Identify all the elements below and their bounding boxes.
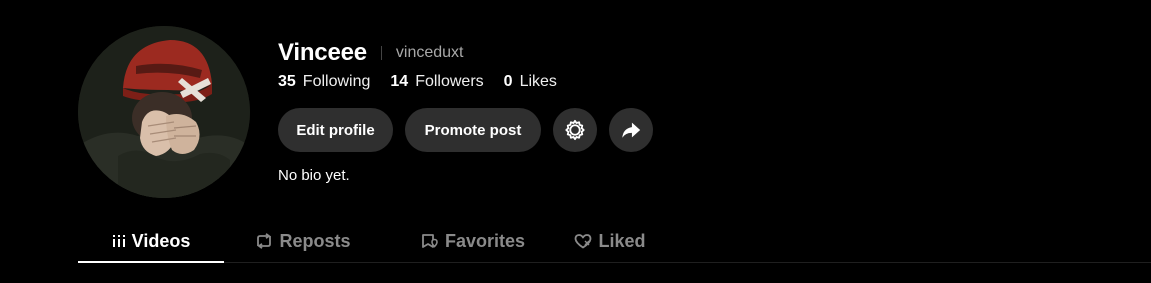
profile-name-row: Vinceee vinceduxt xyxy=(278,38,464,68)
settings-button[interactable] xyxy=(553,108,597,152)
tab-label: Liked xyxy=(598,230,646,251)
tab-liked[interactable]: Liked xyxy=(565,220,655,262)
stat-likes: 0 Likes xyxy=(504,73,557,91)
stat-label: Followers xyxy=(415,73,484,90)
promote-post-button[interactable]: Promote post xyxy=(405,108,541,152)
stat-count: 35 xyxy=(278,73,296,90)
profile-actions: Edit profile Promote post xyxy=(278,108,665,152)
tab-label: Favorites xyxy=(444,230,526,251)
profile-stats: 35 Following 14 Followers 0 Likes xyxy=(278,73,577,91)
bio-text: No bio yet. xyxy=(278,167,350,184)
grid-bars-icon xyxy=(112,234,126,248)
profile-photo xyxy=(78,26,250,198)
stat-followers[interactable]: 14 Followers xyxy=(390,73,483,91)
tab-label: Reposts xyxy=(279,230,351,251)
share-arrow-icon xyxy=(622,122,641,138)
bookmark-icon xyxy=(421,233,439,249)
username: vinceduxt xyxy=(395,44,464,61)
active-tab-indicator xyxy=(78,261,224,263)
tab-label: Videos xyxy=(131,230,191,251)
gear-icon xyxy=(565,119,585,141)
repost-icon xyxy=(255,233,273,249)
stat-count: 14 xyxy=(390,73,409,90)
heart-icon xyxy=(574,233,592,249)
display-name: Vinceee xyxy=(278,39,367,66)
tab-videos[interactable]: Videos xyxy=(78,220,224,262)
avatar[interactable] xyxy=(78,26,250,198)
name-divider xyxy=(380,46,382,60)
edit-profile-button[interactable]: Edit profile xyxy=(278,108,393,152)
stat-count: 0 xyxy=(503,73,513,90)
share-button[interactable] xyxy=(609,108,653,152)
stat-following[interactable]: 35 Following xyxy=(278,73,370,91)
stat-label: Likes xyxy=(519,73,557,90)
tab-reposts[interactable]: Reposts xyxy=(235,220,371,262)
stat-label: Following xyxy=(302,73,371,90)
content-tabs: Videos Reposts Favorites Liked xyxy=(78,220,1151,263)
tab-favorites[interactable]: Favorites xyxy=(396,220,550,262)
